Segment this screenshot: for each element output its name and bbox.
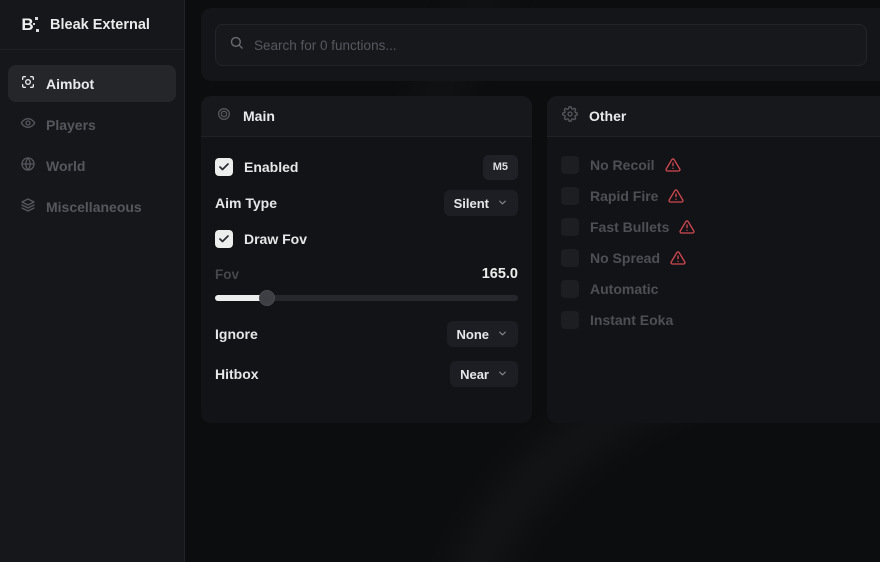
sidebar-nav: Aimbot Players World Miscellaneous — [0, 50, 184, 225]
aim-type-value: Silent — [454, 196, 489, 211]
search-box[interactable] — [215, 24, 867, 66]
sidebar-item-players[interactable]: Players — [8, 106, 176, 143]
rapid-fire-label: Rapid Fire — [590, 188, 658, 204]
draw-fov-row: Draw Fov — [215, 226, 518, 252]
draw-fov-label: Draw Fov — [244, 231, 307, 247]
brand-header: B Bleak External — [0, 0, 184, 50]
layers-icon — [20, 197, 36, 216]
chevron-down-icon — [497, 367, 508, 382]
search-input[interactable] — [254, 38, 853, 53]
fast-bullets-checkbox[interactable] — [561, 218, 579, 236]
enabled-keybind-badge[interactable]: M5 — [483, 155, 518, 180]
eye-icon — [20, 115, 36, 134]
instant-eoka-row: Instant Eoka — [561, 309, 878, 331]
fast-bullets-row: Fast Bullets — [561, 216, 878, 238]
search-icon — [229, 35, 244, 55]
panel-other-header: Other — [547, 96, 880, 137]
no-recoil-row: No Recoil — [561, 154, 878, 176]
fov-slider[interactable] — [215, 290, 518, 306]
aim-type-label: Aim Type — [215, 195, 277, 211]
draw-fov-checkbox[interactable] — [215, 230, 233, 248]
warning-icon — [668, 188, 684, 204]
sidebar-item-miscellaneous[interactable]: Miscellaneous — [8, 188, 176, 225]
ignore-row: Ignore None — [215, 321, 518, 347]
sidebar-item-label: Aimbot — [46, 76, 94, 92]
warning-icon — [679, 219, 695, 235]
instant-eoka-label: Instant Eoka — [590, 312, 673, 328]
sidebar-item-label: Miscellaneous — [46, 199, 142, 215]
app-window: B Bleak External Aimbot Players World — [0, 0, 880, 562]
hitbox-dropdown[interactable]: Near — [450, 361, 518, 387]
chevron-down-icon — [497, 327, 508, 342]
panel-other: Other No Recoil Rapid Fire Fast Bullets — [547, 96, 880, 423]
fov-row: Fov 165.0 — [215, 265, 518, 283]
enabled-label: Enabled — [244, 159, 298, 175]
aim-type-dropdown[interactable]: Silent — [444, 190, 518, 216]
no-recoil-checkbox[interactable] — [561, 156, 579, 174]
no-spread-row: No Spread — [561, 247, 878, 269]
no-recoil-label: No Recoil — [590, 157, 655, 173]
automatic-label: Automatic — [590, 281, 658, 297]
rapid-fire-row: Rapid Fire — [561, 185, 878, 207]
fov-slider-thumb[interactable] — [259, 290, 275, 306]
search-header — [201, 8, 880, 81]
aim-type-row: Aim Type Silent — [215, 190, 518, 216]
fov-label: Fov — [215, 267, 239, 282]
enabled-checkbox[interactable] — [215, 158, 233, 176]
fov-value: 165.0 — [482, 266, 518, 282]
warning-icon — [665, 157, 681, 173]
enabled-row: Enabled M5 — [215, 154, 518, 180]
warning-icon — [670, 250, 686, 266]
automatic-row: Automatic — [561, 278, 878, 300]
sidebar-item-aimbot[interactable]: Aimbot — [8, 65, 176, 102]
panel-title: Main — [243, 108, 275, 124]
hitbox-row: Hitbox Near — [215, 361, 518, 387]
panel-main: Main Enabled M5 Aim Type Silent — [201, 96, 532, 423]
sidebar-item-label: World — [46, 158, 85, 174]
panel-title: Other — [589, 108, 626, 124]
chevron-down-icon — [497, 196, 508, 211]
panel-main-header: Main — [201, 96, 532, 137]
sidebar-item-world[interactable]: World — [8, 147, 176, 184]
instant-eoka-checkbox[interactable] — [561, 311, 579, 329]
rapid-fire-checkbox[interactable] — [561, 187, 579, 205]
ignore-label: Ignore — [215, 326, 258, 342]
no-spread-label: No Spread — [590, 250, 660, 266]
app-logo-icon: B — [16, 14, 38, 36]
sidebar-item-label: Players — [46, 117, 96, 133]
ignore-dropdown[interactable]: None — [447, 321, 519, 347]
automatic-checkbox[interactable] — [561, 280, 579, 298]
target-icon — [216, 106, 232, 127]
ignore-value: None — [457, 327, 490, 342]
app-title: Bleak External — [50, 17, 150, 33]
hitbox-label: Hitbox — [215, 366, 259, 382]
gear-icon — [562, 106, 578, 127]
fast-bullets-label: Fast Bullets — [590, 219, 669, 235]
panel-main-body: Enabled M5 Aim Type Silent Draw Fov — [201, 137, 532, 387]
no-spread-checkbox[interactable] — [561, 249, 579, 267]
crosshair-icon — [20, 74, 36, 93]
sidebar: B Bleak External Aimbot Players World — [0, 0, 185, 562]
panel-other-body: No Recoil Rapid Fire Fast Bullets — [547, 137, 880, 331]
hitbox-value: Near — [460, 367, 489, 382]
globe-icon — [20, 156, 36, 175]
